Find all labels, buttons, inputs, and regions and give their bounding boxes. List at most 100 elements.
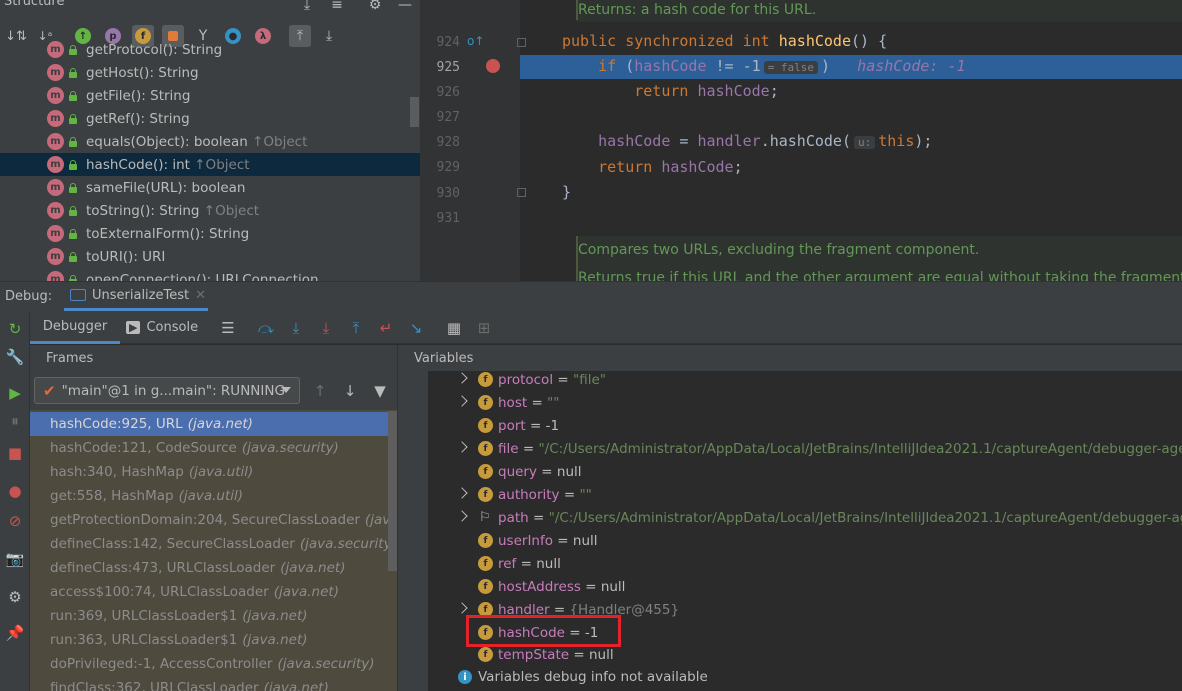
minimize-icon[interactable]: — bbox=[396, 0, 414, 14]
variable-row[interactable]: f userInfo = null bbox=[428, 529, 1182, 552]
view-breakpoints-icon[interactable]: ● bbox=[5, 481, 25, 501]
variables-info: i Variables debug info not available bbox=[458, 669, 708, 685]
run-to-cursor-icon[interactable]: ↘ bbox=[406, 318, 426, 338]
code-line-929: return hashCode; bbox=[598, 158, 743, 176]
frame-item[interactable]: getProtectionDomain:204, SecureClassLoad… bbox=[30, 508, 396, 532]
check-icon: ✔ bbox=[43, 381, 56, 400]
chevron-right-icon[interactable] bbox=[456, 487, 468, 499]
fold-icon[interactable] bbox=[517, 38, 526, 47]
gear-icon[interactable]: ⚙ bbox=[366, 0, 384, 14]
collapse-all-icon[interactable]: ⤓ bbox=[298, 0, 316, 14]
variable-row[interactable]: f port = -1 bbox=[428, 414, 1182, 437]
tab-debugger[interactable]: Debugger bbox=[30, 311, 120, 344]
step-over-icon[interactable]: ⤼ bbox=[256, 318, 276, 338]
frames-scrollbar[interactable] bbox=[388, 411, 397, 571]
frame-item[interactable]: run:363, URLClassLoader$1 (java.net) bbox=[30, 628, 396, 652]
variable-row[interactable]: f hostAddress = null bbox=[428, 575, 1182, 598]
layout-icon[interactable]: ☰ bbox=[218, 318, 238, 338]
pause-icon[interactable]: ⏸ bbox=[5, 411, 25, 431]
field-icon: f bbox=[478, 556, 493, 571]
structure-item[interactable]: m openConnection(): URLConnection bbox=[0, 268, 420, 281]
line-number: 930 bbox=[436, 186, 460, 201]
variable-row[interactable]: f protocol = "file" bbox=[428, 371, 1182, 391]
frame-item[interactable]: get:558, HashMap (java.util) bbox=[30, 484, 396, 508]
fold-icon[interactable] bbox=[517, 188, 526, 197]
rerun-icon[interactable]: ↻ bbox=[5, 319, 25, 339]
variable-row[interactable]: ⚐ path = "/C:/Users/Administrator/AppData… bbox=[428, 506, 1182, 529]
frame-item[interactable]: doPrivileged:-1, AccessController (java.s… bbox=[30, 652, 396, 676]
frame-item[interactable]: run:369, URLClassLoader$1 (java.net) bbox=[30, 604, 396, 628]
variable-row[interactable]: f ref = null bbox=[428, 552, 1182, 575]
camera-icon[interactable]: 📷 bbox=[5, 549, 25, 569]
trace-icon[interactable]: ⊞ bbox=[474, 318, 494, 338]
evaluate-expression-icon[interactable]: ▦ bbox=[444, 318, 464, 338]
tab-console-label: Console bbox=[146, 320, 199, 335]
close-icon[interactable]: ✕ bbox=[195, 288, 206, 303]
frame-package: (java.net) bbox=[280, 560, 346, 576]
var-value: "" bbox=[579, 486, 592, 503]
annotation-highlight-box bbox=[466, 615, 621, 647]
frame-item[interactable]: defineClass:142, SecureClassLoader (java.… bbox=[30, 532, 396, 556]
frame-item[interactable]: access$100:74, URLClassLoader (java.net) bbox=[30, 580, 396, 604]
method-icon: m bbox=[47, 156, 64, 173]
variable-row[interactable]: f query = null bbox=[428, 460, 1182, 483]
chevron-right-icon[interactable] bbox=[456, 395, 468, 407]
chevron-right-icon[interactable] bbox=[456, 602, 468, 614]
structure-item[interactable]: m sameFile(URL): boolean bbox=[0, 176, 420, 199]
override-icon[interactable]: o↑ bbox=[467, 34, 484, 48]
mute-breakpoints-icon[interactable]: ⊘ bbox=[5, 511, 25, 531]
structure-item[interactable]: m getRef(): String bbox=[0, 107, 420, 130]
frame-item[interactable]: defineClass:473, URLClassLoader (java.net… bbox=[30, 556, 396, 580]
application-icon bbox=[70, 289, 86, 301]
field-icon: f bbox=[478, 487, 493, 502]
structure-item[interactable]: m getProtocol(): String bbox=[0, 38, 420, 61]
method-icon: m bbox=[47, 133, 64, 150]
structure-item[interactable]: m toURI(): URI bbox=[0, 245, 420, 268]
variable-row[interactable]: f authority = "" bbox=[428, 483, 1182, 506]
variable-row[interactable]: f host = "" bbox=[428, 391, 1182, 414]
code-line-925: if (hashCode != -1 = false) hashCode: -1 bbox=[598, 57, 966, 75]
step-out-icon[interactable]: ⤒ bbox=[346, 318, 366, 338]
filter-icon[interactable]: ▼ bbox=[370, 381, 390, 401]
inlay-hint: = false bbox=[763, 61, 819, 74]
frame-item[interactable]: findClass:362, URLClassLoader (java.net) bbox=[30, 676, 396, 691]
chevron-right-icon[interactable] bbox=[456, 441, 468, 453]
code-editor[interactable]: Returns: a hash code for this URL. 924 9… bbox=[420, 0, 1182, 281]
thread-selector[interactable]: ✔ "main"@1 in g...main": RUNNING bbox=[34, 377, 300, 404]
tab-console[interactable]: ▶ Console bbox=[126, 311, 214, 344]
pin-icon[interactable]: 📌 bbox=[5, 623, 25, 643]
structure-item[interactable]: m toString(): String ↑Object bbox=[0, 199, 420, 222]
wrench-icon[interactable]: 🔧 bbox=[5, 347, 25, 367]
variable-row[interactable]: f file = "/C:/Users/Administrator/AppData… bbox=[428, 437, 1182, 460]
stop-icon[interactable]: ■ bbox=[5, 443, 25, 463]
structure-item[interactable]: m getHost(): String bbox=[0, 61, 420, 84]
breakpoint-icon[interactable] bbox=[486, 59, 500, 73]
structure-item[interactable]: m getFile(): String bbox=[0, 84, 420, 107]
settings-icon[interactable]: ⚙ bbox=[5, 587, 25, 607]
doc-comment-top: Returns: a hash code for this URL. bbox=[578, 2, 817, 18]
force-step-into-icon[interactable]: ⤓ bbox=[316, 318, 336, 338]
step-into-icon[interactable]: ⤓ bbox=[286, 318, 306, 338]
var-value: "" bbox=[547, 394, 560, 411]
arrow-up-icon[interactable]: ↑ bbox=[310, 381, 330, 401]
field-icon: f bbox=[478, 441, 493, 456]
resume-icon[interactable]: ▶ bbox=[5, 383, 25, 403]
frame-item-selected[interactable]: hashCode:925, URL (java.net) bbox=[30, 412, 396, 436]
inlay-hint: u: bbox=[854, 136, 876, 149]
align-icon[interactable]: ≡ bbox=[328, 0, 346, 14]
line-number: 928 bbox=[436, 135, 460, 150]
chevron-right-icon[interactable] bbox=[456, 510, 468, 522]
line-number: 924 bbox=[436, 35, 460, 50]
structure-item[interactable]: m toExternalForm(): String bbox=[0, 222, 420, 245]
session-name: UnserializeTest bbox=[92, 287, 190, 303]
method-icon: m bbox=[47, 271, 64, 281]
frame-item[interactable]: hashCode:121, CodeSource (java.security) bbox=[30, 436, 396, 460]
drop-frame-icon[interactable]: ↵ bbox=[376, 318, 396, 338]
arrow-down-icon[interactable]: ↓ bbox=[340, 381, 360, 401]
structure-scrollbar[interactable] bbox=[410, 97, 419, 127]
chevron-right-icon[interactable] bbox=[456, 372, 468, 384]
structure-item[interactable]: m equals(Object): boolean ↑Object bbox=[0, 130, 420, 153]
debug-session-tab[interactable]: UnserializeTest ✕ bbox=[64, 282, 208, 311]
frame-item[interactable]: hash:340, HashMap (java.util) bbox=[30, 460, 396, 484]
structure-item-selected[interactable]: m hashCode(): int ↑Object bbox=[0, 153, 420, 176]
